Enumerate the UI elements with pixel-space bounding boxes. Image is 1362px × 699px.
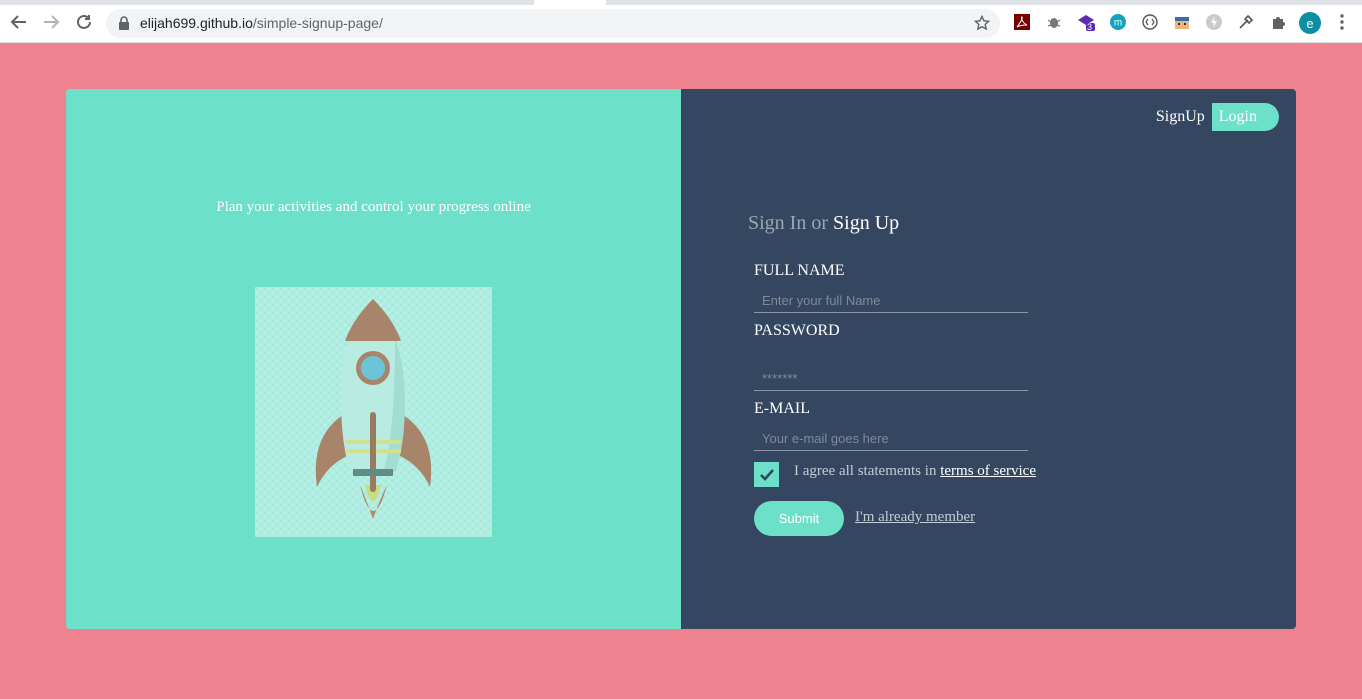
bug-extension-icon[interactable] bbox=[1045, 13, 1063, 31]
fullname-input[interactable] bbox=[754, 289, 1028, 313]
rocket-icon bbox=[315, 299, 432, 519]
tab-strip bbox=[0, 0, 1362, 5]
reload-icon[interactable] bbox=[74, 12, 94, 32]
url-host: elijah699.github.io bbox=[140, 15, 253, 31]
rocket-illustration bbox=[255, 287, 492, 537]
lightning-extension-icon[interactable] bbox=[1205, 13, 1223, 31]
forward-icon[interactable] bbox=[41, 12, 61, 32]
top-nav: SignUp Login bbox=[1149, 103, 1279, 131]
puzzle-extensions-icon[interactable] bbox=[1269, 13, 1287, 31]
pdf-extension-icon[interactable] bbox=[1013, 13, 1031, 31]
extension-badge: 3 bbox=[1087, 22, 1093, 32]
eyedropper-extension-icon[interactable] bbox=[1237, 13, 1255, 31]
email-label: E-MAIL bbox=[754, 400, 810, 417]
signup-card: Plan your activities and control your pr… bbox=[66, 89, 1296, 629]
url-path: /simple-signup-page/ bbox=[252, 15, 383, 31]
robot-extension-icon[interactable] bbox=[1173, 13, 1191, 31]
kebab-menu-icon[interactable] bbox=[1333, 13, 1351, 31]
profile-avatar[interactable]: e bbox=[1299, 12, 1321, 34]
terms-agreement: I agree all statements in terms of servi… bbox=[794, 463, 1036, 480]
terms-checkbox[interactable] bbox=[754, 462, 779, 487]
submit-button[interactable]: Submit bbox=[754, 501, 844, 536]
intro-panel: Plan your activities and control your pr… bbox=[66, 89, 681, 629]
bookmark-star-icon[interactable] bbox=[973, 14, 991, 34]
stack-extension-icon[interactable]: 3 bbox=[1077, 13, 1095, 32]
sign-in-link[interactable]: Sign In bbox=[748, 212, 806, 234]
login-tab[interactable]: Login bbox=[1211, 103, 1279, 131]
address-bar[interactable]: elijah699.github.io/simple-signup-page/ bbox=[106, 9, 1000, 38]
form-heading: Sign In or Sign Up bbox=[748, 212, 899, 235]
password-input[interactable] bbox=[754, 367, 1028, 391]
code-extension-icon[interactable] bbox=[1141, 13, 1159, 31]
password-label: PASSWORD bbox=[754, 322, 840, 339]
agree-text: I agree all statements in bbox=[794, 463, 941, 479]
tagline: Plan your activities and control your pr… bbox=[216, 199, 531, 215]
browser-toolbar: elijah699.github.io/simple-signup-page/ … bbox=[0, 0, 1362, 43]
svg-text:m: m bbox=[1114, 18, 1122, 29]
heading-or: or bbox=[806, 212, 834, 234]
terms-link[interactable]: terms of service bbox=[940, 463, 1036, 479]
back-icon[interactable] bbox=[9, 12, 29, 32]
sign-up-link[interactable]: Sign Up bbox=[833, 212, 899, 234]
email-input[interactable] bbox=[754, 427, 1028, 451]
url-text: elijah699.github.io/simple-signup-page/ bbox=[140, 15, 383, 31]
signup-tab[interactable]: SignUp bbox=[1149, 104, 1212, 130]
lock-icon bbox=[118, 16, 130, 33]
m-extension-icon[interactable]: m bbox=[1109, 13, 1127, 31]
form-panel: SignUp Login Sign In or Sign Up FULL NAM… bbox=[681, 89, 1296, 629]
already-member-link[interactable]: I'm already member bbox=[855, 509, 975, 526]
checkmark-icon bbox=[759, 468, 774, 481]
fullname-label: FULL NAME bbox=[754, 262, 845, 279]
active-tab[interactable] bbox=[534, 0, 606, 5]
